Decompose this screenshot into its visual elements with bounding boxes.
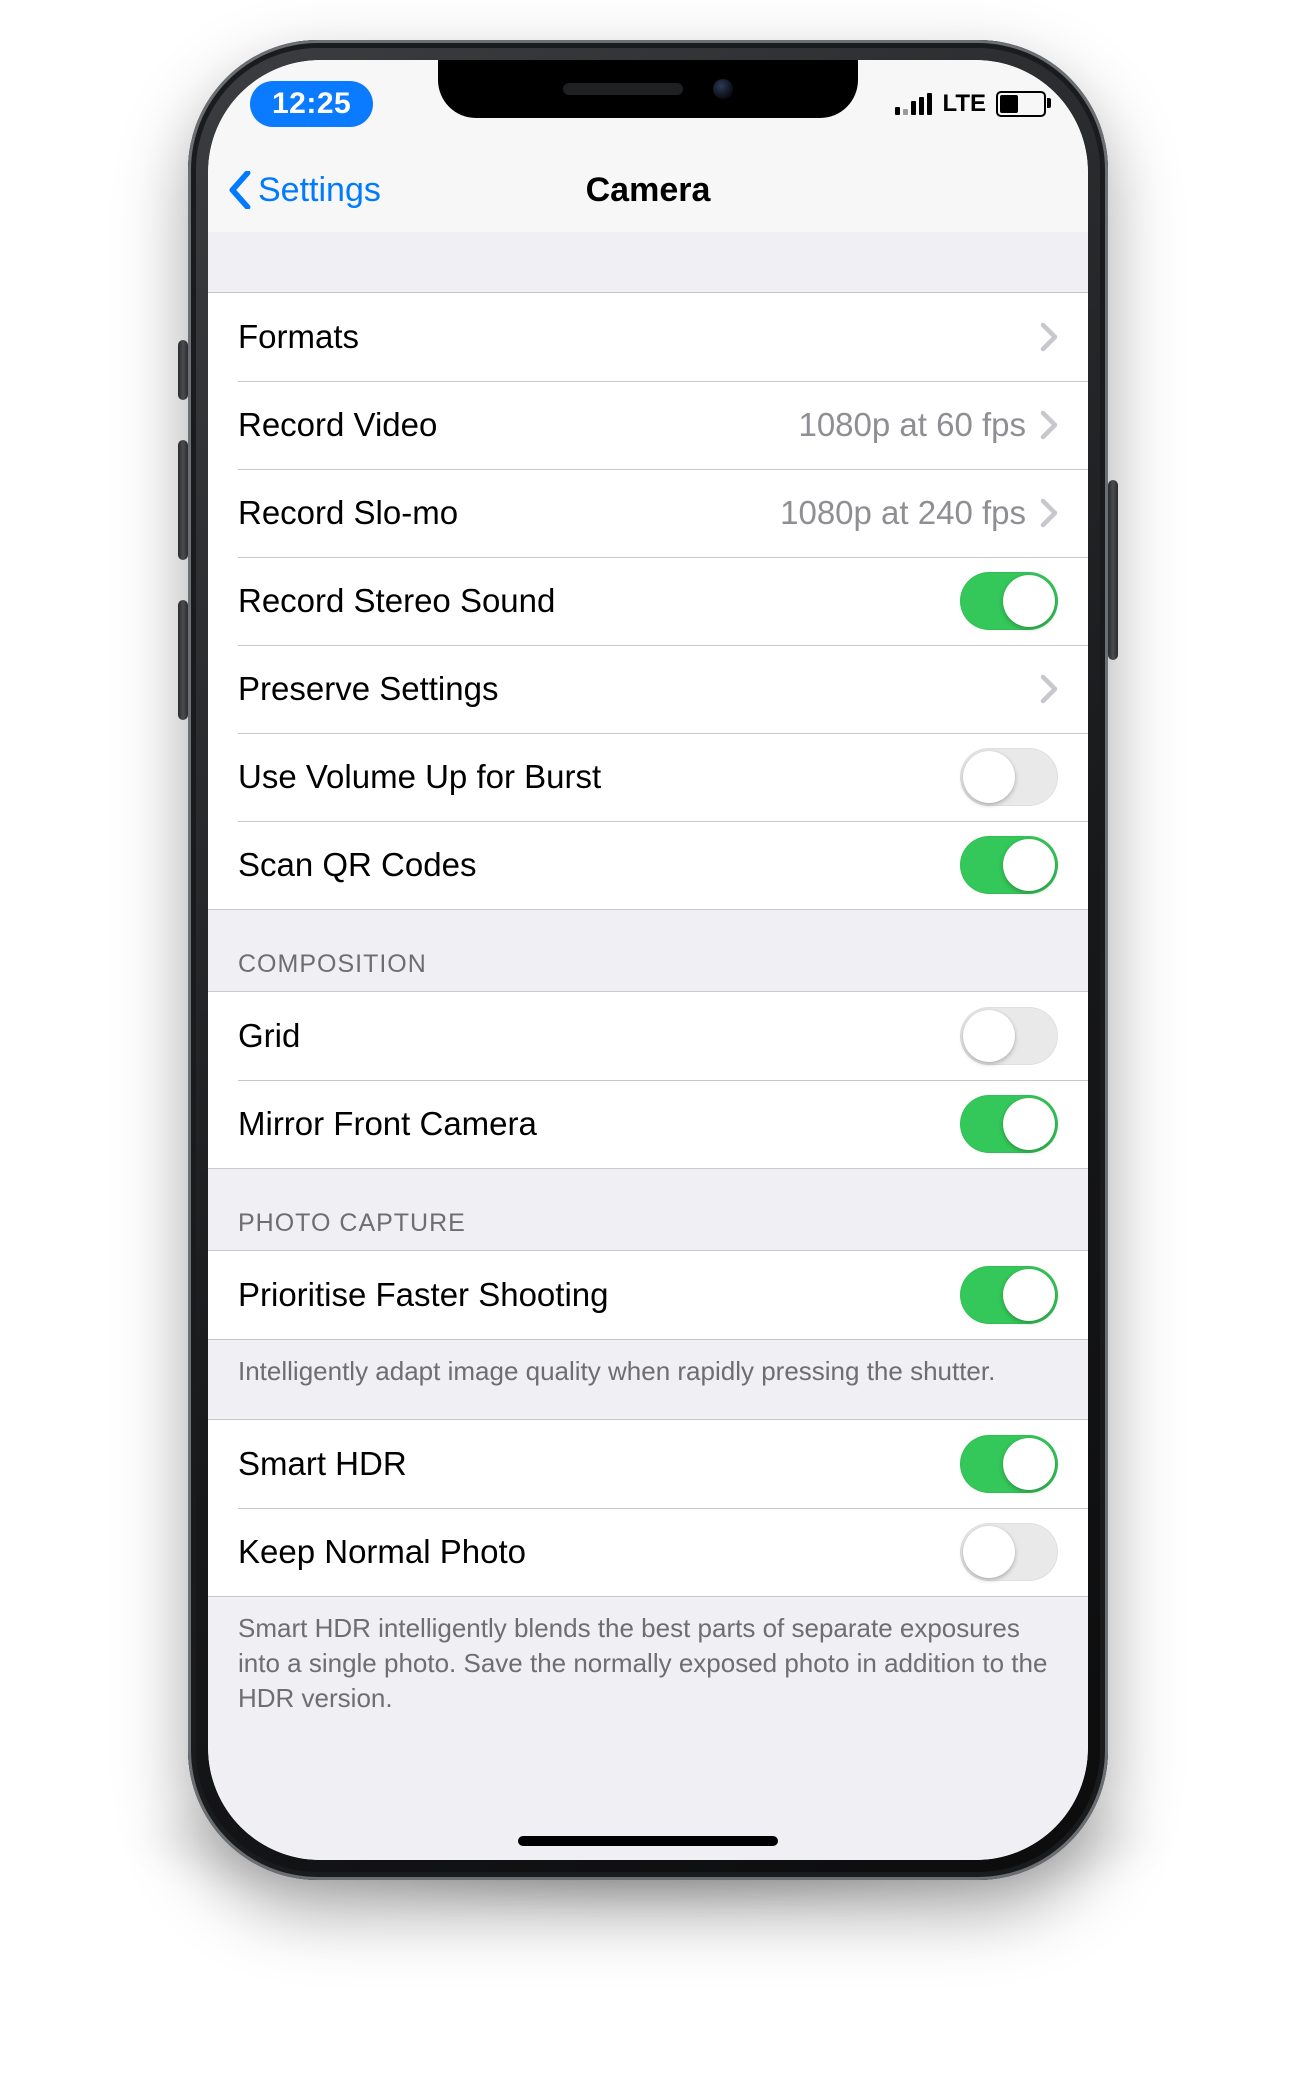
row-formats[interactable]: Formats: [208, 293, 1088, 381]
front-camera: [713, 79, 733, 99]
settings-content[interactable]: Formats Record Video 1080p at 60 fps: [208, 232, 1088, 1860]
status-time-pill[interactable]: 12:25: [250, 81, 373, 127]
volume-up-button[interactable]: [178, 440, 188, 560]
row-smart-hdr: Smart HDR: [208, 1420, 1088, 1508]
section-header-photo-capture: PHOTO CAPTURE: [208, 1169, 1088, 1250]
chevron-left-icon: [228, 171, 252, 209]
note-hdr: Smart HDR intelligently blends the best …: [208, 1597, 1088, 1746]
row-smart-hdr-label: Smart HDR: [238, 1445, 960, 1483]
row-record-video-value: 1080p at 60 fps: [798, 406, 1026, 444]
row-scan-qr-label: Scan QR Codes: [238, 846, 960, 884]
row-record-video-label: Record Video: [238, 406, 798, 444]
toggle-keep-normal[interactable]: [960, 1523, 1058, 1581]
toggle-scan-qr[interactable]: [960, 836, 1058, 894]
toggle-mirror-front[interactable]: [960, 1095, 1058, 1153]
toggle-grid[interactable]: [960, 1007, 1058, 1065]
device-frame: 12:25 LTE Settings: [188, 40, 1108, 1880]
row-stereo-sound: Record Stereo Sound: [208, 557, 1088, 645]
chevron-right-icon: [1040, 410, 1058, 440]
row-stereo-sound-label: Record Stereo Sound: [238, 582, 960, 620]
row-formats-label: Formats: [238, 318, 1040, 356]
chevron-right-icon: [1040, 498, 1058, 528]
home-indicator[interactable]: [518, 1836, 778, 1846]
carrier-label: LTE: [942, 90, 986, 118]
earpiece-speaker: [563, 83, 683, 95]
battery-icon: [996, 91, 1046, 117]
toggle-prioritise-faster[interactable]: [960, 1266, 1058, 1324]
row-grid-label: Grid: [238, 1017, 960, 1055]
row-mirror-front-label: Mirror Front Camera: [238, 1105, 960, 1143]
row-prioritise-faster: Prioritise Faster Shooting: [208, 1251, 1088, 1339]
toggle-smart-hdr[interactable]: [960, 1435, 1058, 1493]
row-mirror-front: Mirror Front Camera: [208, 1080, 1088, 1168]
row-preserve-settings[interactable]: Preserve Settings: [208, 645, 1088, 733]
row-scan-qr: Scan QR Codes: [208, 821, 1088, 909]
row-preserve-settings-label: Preserve Settings: [238, 670, 1040, 708]
group-composition: Grid Mirror Front Camera: [208, 991, 1088, 1169]
back-button-label: Settings: [258, 171, 381, 210]
section-header-composition: COMPOSITION: [208, 910, 1088, 991]
page-title: Camera: [586, 171, 711, 210]
power-button[interactable]: [1108, 480, 1118, 660]
row-grid: Grid: [208, 992, 1088, 1080]
group-hdr: Smart HDR Keep Normal Photo: [208, 1419, 1088, 1597]
row-volume-burst: Use Volume Up for Burst: [208, 733, 1088, 821]
note-prioritise: Intelligently adapt image quality when r…: [208, 1340, 1088, 1419]
row-record-video[interactable]: Record Video 1080p at 60 fps: [208, 381, 1088, 469]
chevron-right-icon: [1040, 322, 1058, 352]
signal-strength-icon: [895, 93, 932, 115]
toggle-volume-burst[interactable]: [960, 748, 1058, 806]
row-record-slomo-value: 1080p at 240 fps: [780, 494, 1026, 532]
back-button[interactable]: Settings: [228, 148, 381, 232]
navigation-bar: Settings Camera: [208, 148, 1088, 233]
mute-switch-button[interactable]: [178, 340, 188, 400]
group-prioritise: Prioritise Faster Shooting: [208, 1250, 1088, 1340]
volume-down-button[interactable]: [178, 600, 188, 720]
toggle-stereo-sound[interactable]: [960, 572, 1058, 630]
row-volume-burst-label: Use Volume Up for Burst: [238, 758, 960, 796]
row-prioritise-faster-label: Prioritise Faster Shooting: [238, 1276, 960, 1314]
group-main: Formats Record Video 1080p at 60 fps: [208, 292, 1088, 910]
display-notch: [438, 60, 858, 118]
row-record-slomo[interactable]: Record Slo-mo 1080p at 240 fps: [208, 469, 1088, 557]
row-record-slomo-label: Record Slo-mo: [238, 494, 780, 532]
row-keep-normal-label: Keep Normal Photo: [238, 1533, 960, 1571]
row-keep-normal: Keep Normal Photo: [208, 1508, 1088, 1596]
chevron-right-icon: [1040, 674, 1058, 704]
